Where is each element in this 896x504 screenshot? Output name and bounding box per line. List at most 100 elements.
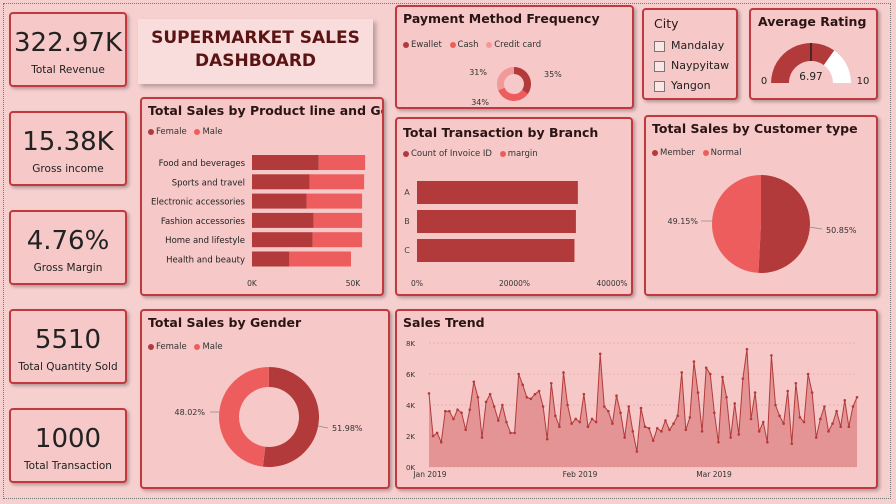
productline-gender-card[interactable]: Total Sales by Product line and Gender F… [140,97,384,296]
trend-point [745,347,749,351]
trend-point [439,440,443,444]
kpi-label: Total Transaction [24,460,112,472]
trend-point [774,403,777,407]
trend-point [444,409,447,413]
city-option-naypyitaw[interactable]: Naypyitaw [654,59,729,72]
trend-point [704,366,708,370]
checkbox[interactable] [654,80,665,92]
trend-point [753,391,757,394]
trend-point [741,377,745,380]
y-tick-label: 2K [406,433,415,441]
bar-segment [306,193,363,209]
pie-slice [758,175,811,273]
kpi-value: 322.97K [13,28,123,58]
data-label: 34% [471,98,489,107]
bar-segment [289,251,351,267]
average-rating-card[interactable]: Average Rating 6.97 0 10 [749,8,878,100]
kpi-gross-income[interactable]: 15.38K Gross income [9,111,127,186]
trend-point [582,392,586,396]
trend-point [635,450,639,453]
branch-transaction-card[interactable]: Total Transaction by Branch Count of Inv… [395,117,633,296]
trend-point [533,392,537,396]
trend-point [721,375,724,379]
kpi-total-revenue[interactable]: 322.97K Total Revenue [9,12,127,87]
checkbox[interactable] [654,60,665,72]
tick-label: 20000% [499,279,530,288]
bar-segment [252,155,319,170]
tick-label: 40000% [597,279,628,288]
pie-slice [712,175,761,273]
kpi-total-quantity[interactable]: 5510 Total Quantity Sold [9,309,127,384]
bar [417,181,578,204]
data-label: 50.85% [826,226,857,235]
category-label: A [404,188,410,197]
trend-point [513,431,516,435]
trend-point [468,408,472,411]
sales-trend-card[interactable]: Sales Trend 0K 2K 4K 6K 8K Jan 2019 Feb 2019 Ma… [395,309,878,489]
trend-point [431,434,435,438]
branch-bar-chart: A B C 0% 20000% 40000% [404,181,628,288]
trend-point [717,440,720,444]
trend-point [806,372,810,376]
trend-point [843,399,847,402]
trend-point [631,430,635,433]
trend-point [460,411,463,415]
trend-point [696,391,700,394]
trend-point [627,405,631,408]
trend-point [639,406,643,410]
trend-point [615,394,618,397]
tick-label: 0% [411,279,423,288]
city-option-mandalay[interactable]: Mandalay [654,39,724,52]
bar-segment [252,251,290,267]
kpi-value: 4.76% [26,226,110,256]
trend-point [476,395,480,399]
trend-point [851,405,855,408]
checkbox[interactable] [654,40,665,52]
trend-point [819,417,822,421]
trend-point [684,428,688,432]
trend-point [794,382,798,385]
data-label: 35% [544,70,562,79]
trend-point [810,391,814,394]
trend-point [586,425,590,428]
trend-point [761,420,765,424]
trend-point [484,400,488,404]
donut-slice [262,367,319,467]
customer-pie-chart: 50.85% 49.15% [667,175,857,273]
bar-segment [252,212,314,228]
kpi-total-transaction[interactable]: 1000 Total Transaction [9,408,127,483]
trend-point [643,425,647,428]
trend-point [692,360,696,363]
trend-point [525,395,529,399]
bar [417,210,576,233]
trend-point [660,430,663,433]
city-option-yangon[interactable]: Yangon [654,79,711,92]
category-label: Home and lifestyle [165,236,245,246]
bar-segment [318,155,366,170]
x-tick-label: Mar 2019 [696,470,732,479]
trend-point [594,420,598,424]
trend-point [688,416,692,419]
kpi-gross-margin[interactable]: 4.76% Gross Margin [9,210,127,285]
bar-segment [313,212,363,228]
bar-segment [252,174,310,190]
gender-sales-card[interactable]: Total Sales by Gender Female Male 51.98%… [140,309,390,489]
bar [417,239,575,262]
trend-point [472,380,476,384]
category-label: Food and beverages [159,159,246,169]
trend-point [570,422,573,425]
trend-point [448,409,451,413]
category-label: Fashion accessories [161,217,246,227]
x-tick-label: Feb 2019 [563,470,598,479]
trend-point [611,422,614,425]
trend-point [574,417,578,421]
trend-point [492,405,496,408]
customer-type-card[interactable]: Total Sales by Customer type Member Norm… [644,115,878,296]
kpi-label: Gross income [32,163,104,175]
payment-method-card[interactable]: Payment Method Frequency Ewallet Cash Cr… [395,5,634,109]
trend-point [802,420,806,424]
trend-point [725,395,728,399]
trend-point [651,439,655,442]
city-slicer[interactable]: City Mandalay Naypyitaw Yangon [642,8,738,100]
trend-point [855,395,859,399]
